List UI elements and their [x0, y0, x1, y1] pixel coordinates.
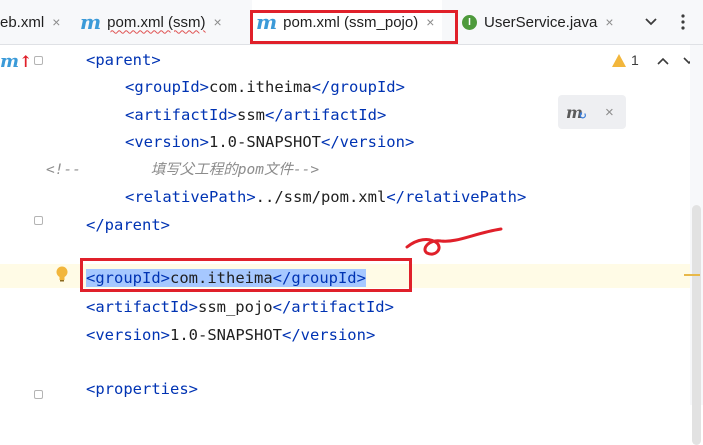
warning-icon — [612, 53, 626, 67]
chevron-up-icon[interactable] — [657, 52, 669, 68]
annotation-red-box-code — [80, 258, 412, 292]
code-line: <relativePath>../ssm/pom.xml</relativePa… — [125, 188, 527, 206]
code-line: <version>1.0-SNAPSHOT</version> — [125, 133, 415, 151]
code-line: <parent> — [86, 51, 161, 69]
code-line: <groupId>com.itheima</groupId> — [125, 78, 405, 96]
tab-userservice-java[interactable]: I UserService.java × — [462, 0, 614, 44]
tab-label: pom.xml (ssm) — [107, 13, 206, 31]
code-line: <artifactId>ssm</artifactId> — [125, 106, 387, 124]
close-icon[interactable]: × — [605, 104, 614, 121]
vertical-scrollbar[interactable] — [690, 45, 703, 445]
chevron-down-icon[interactable] — [644, 0, 658, 44]
inspection-warnings[interactable]: 1 — [612, 52, 695, 68]
code-comment-line: <!-- 填写父工程的pom文件--> — [46, 162, 320, 178]
tab-web-xml[interactable]: eb.xml × — [0, 0, 60, 44]
code-line: </parent> — [86, 216, 170, 234]
tab-label: eb.xml — [0, 13, 45, 31]
code-line: <properties> — [86, 380, 198, 398]
annotation-red-box-tab — [250, 10, 458, 44]
lightbulb-icon[interactable] — [56, 266, 68, 282]
interface-i-icon: I — [462, 14, 477, 30]
warning-stripe-marker[interactable] — [684, 274, 700, 276]
close-icon[interactable]: × — [214, 14, 222, 30]
code-line: <version>1.0-SNAPSHOT</version> — [86, 326, 376, 344]
more-tabs-icon[interactable] — [680, 0, 686, 44]
tab-label: UserService.java — [484, 13, 598, 31]
maven-reload-popup: m ↻ × — [558, 95, 626, 129]
scrollbar-thumb[interactable] — [692, 205, 701, 445]
close-icon[interactable]: × — [52, 14, 60, 30]
maven-m-icon: m — [80, 10, 102, 34]
close-icon[interactable]: × — [605, 14, 613, 30]
annotation-scribble-icon — [405, 227, 503, 256]
tab-pom-ssm[interactable]: m pom.xml (ssm) × — [80, 0, 222, 44]
warning-count: 1 — [631, 52, 639, 68]
maven-reload-icon[interactable]: m ↻ — [566, 103, 587, 122]
code-line: <artifactId>ssm_pojo</artifactId> — [86, 298, 394, 316]
